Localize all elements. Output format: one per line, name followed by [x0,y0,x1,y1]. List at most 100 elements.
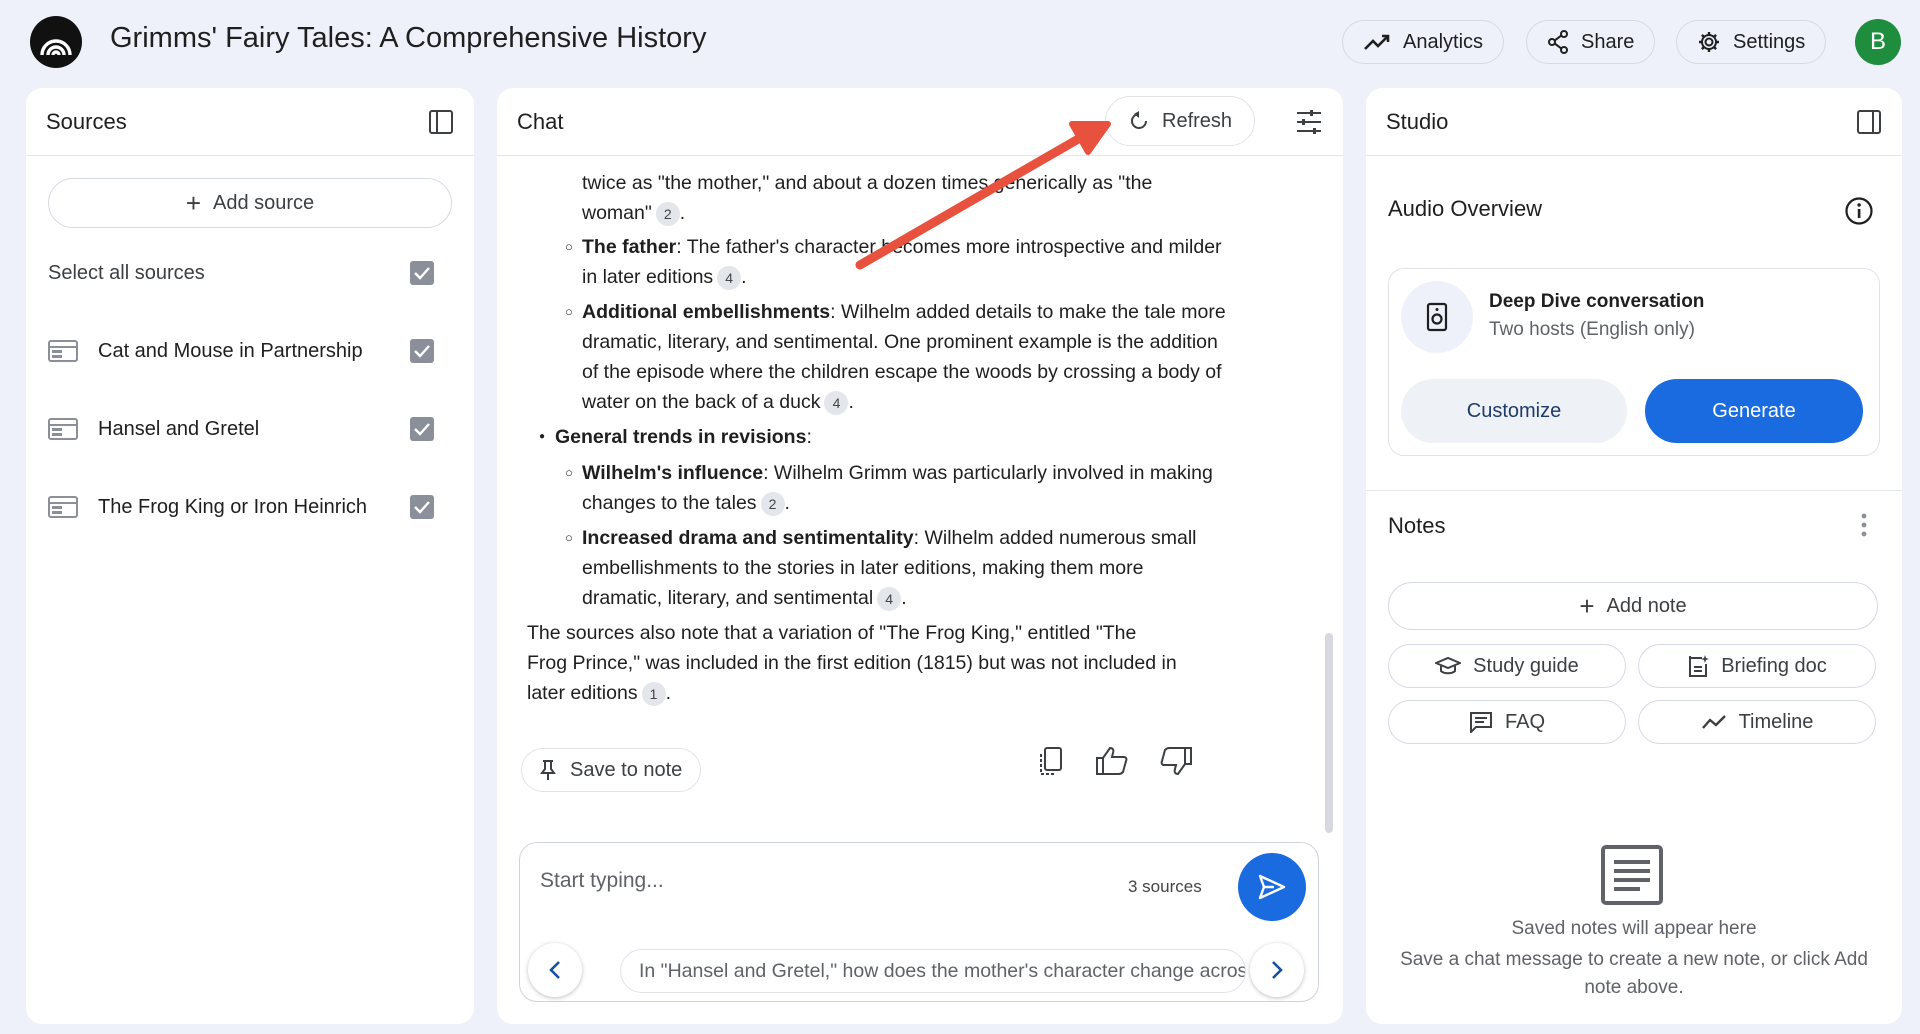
faq-label: FAQ [1504,710,1545,733]
source-count: 3 sources [1128,877,1202,896]
notebooklm-logo-icon[interactable] [30,16,82,68]
faq-icon [1469,712,1492,733]
divider [1366,490,1902,491]
study-guide-button[interactable]: Study guide [1388,644,1626,688]
source-checkbox[interactable] [410,495,434,519]
settings-label: Settings [1733,30,1806,53]
chevron-right-icon [1272,961,1283,979]
chat-panel: Chat Refresh twice as "the mother," and … [497,88,1343,1024]
more-vert-icon[interactable] [1860,512,1868,538]
send-icon [1258,874,1286,900]
chevron-left-icon [549,961,560,979]
analytics-label: Analytics [1403,30,1484,53]
sources-title: Sources [46,108,127,134]
add-note-button[interactable]: + Add note [1388,582,1878,630]
graduation-cap-icon [1435,656,1462,675]
chat-scrollbar[interactable] [1325,633,1333,833]
share-button[interactable]: Share [1526,20,1656,64]
bullet-heading: General trends in revisions [555,426,807,448]
sources-header: Sources [26,88,474,156]
analytics-button[interactable]: Analytics [1342,20,1505,64]
plus-icon: + [1579,591,1595,621]
pin-icon [540,760,556,780]
notes-empty-icon [1601,845,1663,905]
select-all-checkbox[interactable] [410,261,434,285]
citation-badge[interactable]: 2 [760,491,785,516]
document-source-icon [48,496,78,518]
study-guide-label: Study guide [1473,654,1579,677]
empty-notes-title: Saved notes will appear here [1511,918,1757,939]
settings-button[interactable]: Settings [1676,20,1827,64]
customize-button[interactable]: Customize [1401,379,1627,443]
collapse-panel-icon[interactable] [1856,109,1882,135]
timeline-icon [1701,715,1726,729]
user-avatar[interactable]: B [1855,19,1901,65]
audio-overview-title: Audio Overview [1388,196,1543,221]
briefing-doc-button[interactable]: Briefing doc [1638,644,1876,688]
select-all-label: Select all sources [48,261,205,284]
sub-item: Wilhelm's influence: Wilhelm Grimm was p… [527,458,1227,518]
response-paragraph: The sources also note that a variation o… [527,622,1177,706]
document-source-icon [48,418,78,440]
collapse-panel-icon[interactable] [428,109,454,135]
next-suggestion-button[interactable] [1250,943,1304,997]
faq-button[interactable]: FAQ [1388,700,1626,744]
previous-suggestion-button[interactable] [528,943,582,997]
source-label: The Frog King or Iron Heinrich [98,495,368,518]
source-label: Cat and Mouse in Partnership [98,339,363,362]
briefing-doc-icon [1689,655,1710,677]
tune-settings-icon[interactable] [1295,109,1323,135]
send-button[interactable] [1238,853,1306,921]
gear-icon [1699,32,1719,52]
share-icon [1548,30,1568,54]
refresh-button[interactable]: Refresh [1105,96,1256,146]
notebook-title[interactable]: Grimms' Fairy Tales: A Comprehensive His… [110,22,706,55]
studio-header: Studio [1366,88,1902,156]
sub-item-heading: Increased drama and sentimentality [582,527,914,549]
save-to-note-button[interactable]: Save to note [521,748,702,792]
refresh-icon [1131,111,1147,129]
generate-button[interactable]: Generate [1645,379,1863,443]
citation-badge[interactable]: 1 [641,681,666,706]
source-checkbox[interactable] [410,417,434,441]
chat-response: twice as "the mother," and about a dozen… [527,168,1227,708]
chat-input[interactable]: Start typing... [540,869,664,893]
timeline-button[interactable]: Timeline [1638,700,1876,744]
refresh-label: Refresh [1162,109,1233,132]
suggested-question[interactable]: In "Hansel and Gretel," how does the mot… [620,949,1246,993]
source-item[interactable]: Cat and Mouse in Partnership [26,312,474,390]
empty-notes-description: Save a chat message to create a new note… [1400,949,1868,998]
source-item[interactable]: The Frog King or Iron Heinrich [26,468,474,546]
source-checkbox[interactable] [410,339,434,363]
top-bar: Grimms' Fairy Tales: A Comprehensive His… [0,0,1920,86]
deep-dive-title: Deep Dive conversation [1489,291,1705,312]
sub-item-heading: Additional embellishments [582,301,831,323]
select-all-row: Select all sources [26,234,474,312]
citation-badge[interactable]: 2 [655,201,680,226]
add-source-button[interactable]: + Add source [48,178,452,228]
thumbs-up-icon[interactable] [1095,746,1129,776]
response-paragraph: twice as "the mother," and about a dozen… [582,172,1153,226]
sub-item: Additional embellishments: Wilhelm added… [527,297,1227,417]
citation-badge[interactable]: 4 [877,586,902,611]
citation-badge[interactable]: 4 [717,265,742,290]
citation-badge[interactable]: 4 [824,390,849,415]
copy-icon[interactable] [1037,746,1065,778]
briefing-doc-label: Briefing doc [1721,654,1827,677]
document-source-icon [48,340,78,362]
sub-item-heading: Wilhelm's influence [582,462,764,484]
source-label: Hansel and Gretel [98,417,260,440]
add-note-label: Add note [1606,594,1687,617]
chat-input-box: Start typing... 3 sources In "Hansel and… [519,842,1319,1002]
chat-title: Chat [517,108,564,134]
deep-dive-subtitle: Two hosts (English only) [1489,319,1695,340]
sub-item: The father: The father's character becom… [527,232,1227,292]
info-icon[interactable] [1844,196,1874,226]
thumbs-down-icon[interactable] [1159,746,1193,776]
share-label: Share [1581,30,1635,53]
notes-title: Notes [1388,513,1446,538]
timeline-label: Timeline [1738,710,1814,733]
source-item[interactable]: Hansel and Gretel [26,390,474,468]
studio-panel: Studio Audio Overview Deep Dive conversa… [1366,88,1902,1024]
sub-item: Increased drama and sentimentality: Wilh… [527,523,1227,613]
